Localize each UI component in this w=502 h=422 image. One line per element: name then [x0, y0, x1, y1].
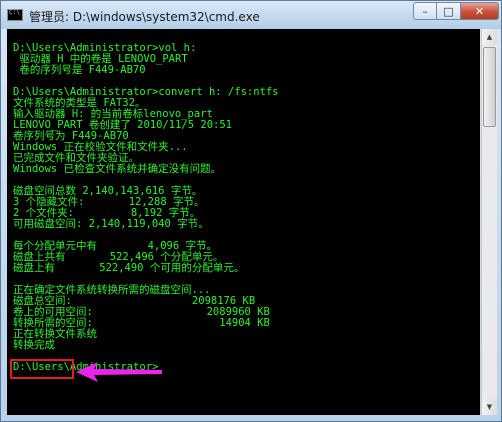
maximize-button[interactable]: □	[437, 2, 461, 20]
scroll-down-arrow-icon[interactable]: ▼	[482, 399, 497, 415]
close-icon: ✕	[474, 4, 485, 18]
console-line: 转换完成	[13, 339, 55, 351]
console-line: 磁盘上有 522,490 个可用的分配单元。	[13, 262, 245, 274]
pointer-arrow-icon	[76, 362, 162, 382]
cmd-window: 管理员: D:\windows\system32\cmd.exe – □ ✕ D…	[0, 0, 502, 422]
console-line: Windows 已检查文件系统并确定没有问题。	[13, 163, 222, 175]
scroll-up-arrow-icon[interactable]: ▲	[482, 29, 497, 45]
minimize-button[interactable]: –	[413, 2, 437, 20]
vertical-scrollbar[interactable]: ▲ ▼	[481, 29, 497, 415]
scrollbar-thumb[interactable]	[483, 47, 496, 127]
console-output[interactable]: D:\Users\Administrator>vol h: 驱动器 H 中的卷是…	[7, 29, 480, 415]
console-line: 可用磁盘空间: 2,140,119,040 字节。	[13, 218, 209, 230]
close-button[interactable]: ✕	[461, 2, 499, 20]
maximize-icon: □	[443, 4, 454, 18]
title-bar[interactable]: 管理员: D:\windows\system32\cmd.exe – □ ✕	[1, 1, 501, 29]
window-title: 管理员: D:\windows\system32\cmd.exe	[29, 10, 260, 24]
minimize-icon: –	[422, 4, 428, 18]
console-line: 卷的序列号是 F449-AB70	[13, 64, 146, 76]
cmd-app-icon[interactable]	[7, 9, 23, 21]
highlight-box	[10, 359, 74, 379]
